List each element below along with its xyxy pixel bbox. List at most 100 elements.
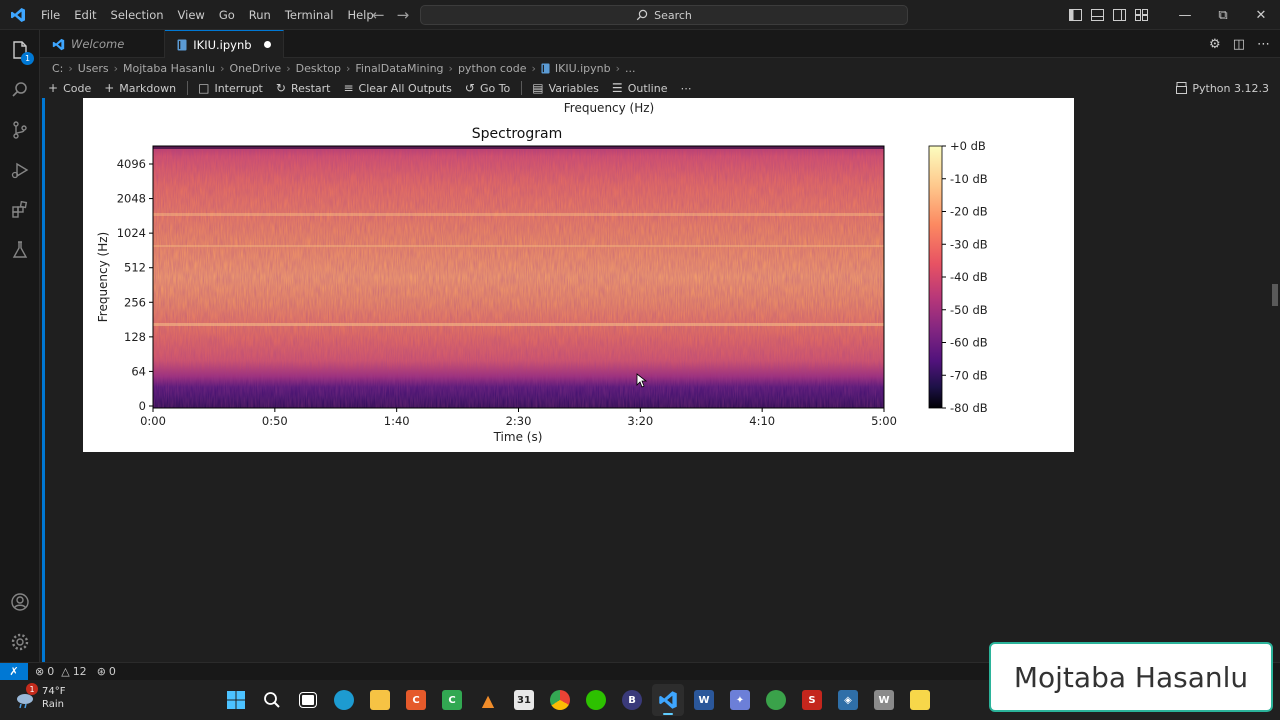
colorbar-tick-label: -40 dB [950,270,988,284]
sticky-notes-icon[interactable] [904,684,936,716]
breadcrumb-item[interactable]: FinalDataMining [355,62,443,75]
command-search-box[interactable]: Search [420,5,908,25]
close-icon[interactable]: ✕ [1242,0,1280,30]
editor-scrollbar[interactable] [1272,284,1278,306]
plus-icon: + [104,81,115,95]
matlab-icon[interactable]: ▲ [472,684,504,716]
settings-gear-icon[interactable]: ⚙ [1209,37,1221,52]
explorer-icon[interactable]: 1 [0,30,40,70]
manage-gear-icon[interactable] [0,622,40,662]
x-axis-label: Time (s) [493,430,543,444]
testing-flask-icon[interactable] [0,230,40,270]
breadcrumb-item[interactable]: IKIU.ipynb [555,62,611,75]
restart-button[interactable]: ↻ Restart [276,81,331,95]
more-actions-icon[interactable]: ⋯ [1257,37,1270,52]
breadcrumb-item[interactable]: C: [52,62,63,75]
run-debug-icon[interactable] [0,150,40,190]
restore-icon[interactable]: ⧉ [1204,0,1242,30]
app-script-icon[interactable]: ✦ [724,684,756,716]
app-blue-icon[interactable]: ◈ [832,684,864,716]
menu-selection[interactable]: Selection [104,0,171,30]
word-icon[interactable]: W [688,684,720,716]
colorbar-tick-label: -50 dB [950,303,988,317]
variables-button[interactable]: ▤ Variables [532,81,599,95]
chrome-browser-icon[interactable] [544,684,576,716]
unsaved-dot-icon[interactable] [263,41,271,48]
wechat-icon[interactable] [580,684,612,716]
calendar-app-icon[interactable]: 31 [508,684,540,716]
kernel-picker[interactable]: Python 3.12.3 [1176,78,1269,98]
app-red-icon[interactable]: S [796,684,828,716]
menu-file[interactable]: File [34,0,67,30]
menu-view[interactable]: View [171,0,212,30]
back-arrow-icon[interactable]: ← [372,6,385,24]
weather-badge: 1 [26,683,38,695]
app-globe-icon[interactable] [760,684,792,716]
add-markdown-cell-button[interactable]: + Markdown [104,81,176,95]
edge-browser-icon[interactable] [328,684,360,716]
error-icon: ⊗ [35,665,45,678]
interrupt-button[interactable]: □ Interrupt [198,81,263,95]
vscode-logo-icon [4,0,32,30]
colorbar-tick-label: -10 dB [950,172,988,186]
chevron-right-icon: › [345,61,351,75]
app-circle-icon[interactable]: B [616,684,648,716]
cell-focus-indicator [42,98,45,662]
search-icon [636,9,648,21]
x-tick-label: 1:40 [384,414,410,428]
ports-status[interactable]: ⊛ 0 [97,665,116,678]
outline-list-icon: ☰ [611,81,623,95]
breadcrumb-item[interactable]: Users [78,62,109,75]
clear-all-icon: ≡ [343,81,354,95]
toggle-panel-icon[interactable] [1086,0,1108,30]
weather-widget[interactable]: 1 74°F Rain [14,683,65,711]
heatmap-band-highlight [153,213,884,216]
interrupt-label: Interrupt [214,81,263,95]
breadcrumb-item[interactable]: Mojtaba Hasanlu [123,62,215,75]
toolbar-more-button[interactable]: ⋯ [680,82,691,95]
breadcrumb-item[interactable]: python code [458,62,527,75]
windows-start-icon[interactable] [220,684,252,716]
vscode-taskbar-icon[interactable] [652,684,684,716]
breadcrumb-item[interactable]: OneDrive [229,62,281,75]
menu-terminal[interactable]: Terminal [278,0,341,30]
colorbar [928,145,943,409]
source-control-icon[interactable] [0,110,40,150]
task-view-icon[interactable] [292,684,324,716]
accounts-icon[interactable] [0,582,40,622]
problems-status[interactable]: ⊗ 0 △ 12 [35,665,87,678]
go-to-button[interactable]: ↺ Go To [465,81,510,95]
taskbar-search-icon[interactable] [256,684,288,716]
breadcrumb-item[interactable]: ... [625,62,636,75]
breadcrumb-item[interactable]: Desktop [296,62,341,75]
clear-all-outputs-button[interactable]: ≡ Clear All Outputs [343,81,451,95]
search-view-icon[interactable] [0,70,40,110]
customize-layout-icon[interactable] [1130,0,1152,30]
file-explorer-icon[interactable] [364,684,396,716]
toggle-primary-sidebar-icon[interactable] [1064,0,1086,30]
toggle-secondary-sidebar-icon[interactable] [1108,0,1130,30]
outline-button[interactable]: ☰ Outline [612,81,668,95]
y-tick-label: 4096 [117,157,146,171]
minimize-icon[interactable]: — [1166,0,1204,30]
add-code-cell-button[interactable]: + Code [48,81,91,95]
y-tick-label: 64 [131,364,146,378]
extensions-icon[interactable] [0,190,40,230]
colorbar-tick-label: -20 dB [950,205,988,219]
split-editor-icon[interactable]: ◫ [1233,37,1245,52]
remote-indicator-icon[interactable]: ✗ [0,662,28,681]
app-green-icon[interactable]: C [436,684,468,716]
tab-ikiu-notebook[interactable]: IKIU.ipynb [165,30,284,58]
tab-welcome[interactable]: Welcome [40,30,166,58]
colorbar-tick-label: +0 dB [950,139,986,153]
forward-arrow-icon[interactable]: → [397,6,410,24]
restart-icon: ↻ [275,81,286,95]
chevron-right-icon: › [220,61,225,75]
menu-run[interactable]: Run [242,0,278,30]
app-orange-icon[interactable]: C [400,684,432,716]
app-gray-icon[interactable]: W [868,684,900,716]
title-bar: File Edit Selection View Go Run Terminal… [0,0,1280,30]
y-tick-label: 0 [139,399,146,413]
menu-go[interactable]: Go [212,0,242,30]
menu-edit[interactable]: Edit [67,0,103,30]
